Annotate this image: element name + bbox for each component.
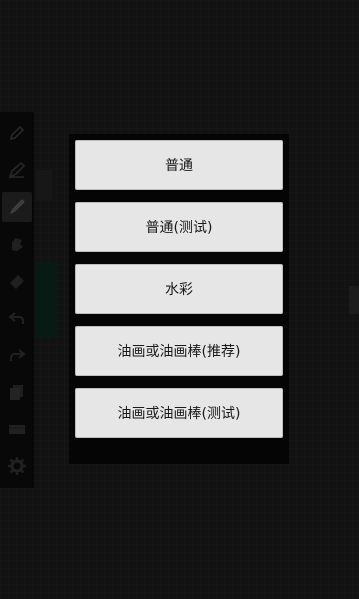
brush-option-oil-recommended[interactable]: 油画或油画棒(推荐) bbox=[75, 326, 283, 376]
brush-option-oil-test[interactable]: 油画或油画棒(测试) bbox=[75, 388, 283, 438]
brush-option-normal-test[interactable]: 普通(测试) bbox=[75, 202, 283, 252]
brush-option-watercolor[interactable]: 水彩 bbox=[75, 264, 283, 314]
brush-option-normal[interactable]: 普通 bbox=[75, 140, 283, 190]
brush-type-dialog: 普通 普通(测试) 水彩 油画或油画棒(推荐) 油画或油画棒(测试) bbox=[69, 134, 289, 464]
